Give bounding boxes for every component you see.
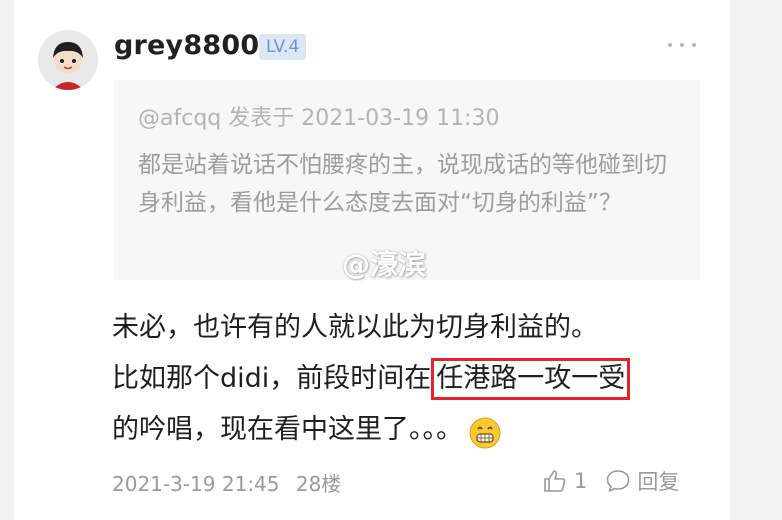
level-badge: LV.4: [259, 34, 307, 60]
highlighted-text: 任港路一攻一受: [431, 358, 631, 400]
quote-text: 都是站着说话不怕腰疼的主，说现成话的等他碰到切身利益，看他是什么态度去面对“切身…: [138, 152, 667, 216]
comment-line-1: 未必，也许有的人就以此为切身利益的。: [112, 312, 598, 343]
comment-card: grey8800 LV.4 @afcqq 发表于 2021-03-19 11:3…: [14, 0, 730, 520]
post-meta: 2021-3-19 21:45 28楼: [112, 468, 351, 497]
comment-body: 未必，也许有的人就以此为切身利益的。 比如那个didi，前段时间在 任港路一攻一受…: [112, 302, 712, 455]
reply-label: 回复: [637, 470, 680, 494]
reply-button[interactable]: 回复: [605, 466, 679, 496]
watermark: @濠滨: [342, 248, 427, 281]
like-count: 1: [574, 469, 588, 493]
like-button[interactable]: 1: [542, 468, 587, 494]
comment-line-2-text: 比如那个didi，前段时间在: [112, 363, 432, 394]
username[interactable]: grey8800: [114, 30, 259, 61]
quote-meta: @afcqq 发表于 2021-03-19 11:30: [138, 106, 500, 131]
post-datetime: 2021-3-19 21:45: [112, 472, 280, 496]
more-options-icon[interactable]: [668, 38, 696, 52]
comment-bubble-icon: [607, 470, 630, 492]
comment-line-3-text: 的吟唱，现在看中这里了。。。: [112, 414, 463, 445]
thumbs-up-icon: [544, 470, 566, 492]
comment-line-2: 比如那个didi，前段时间在 任港路一攻一受: [112, 353, 712, 404]
post-actions: 1 回复: [542, 466, 697, 496]
grinning-emoji-icon: [469, 415, 501, 448]
post-floor: 28楼: [295, 472, 342, 496]
user-avatar[interactable]: [38, 30, 98, 90]
comment-line-3: 的吟唱，现在看中这里了。。。: [112, 404, 712, 455]
